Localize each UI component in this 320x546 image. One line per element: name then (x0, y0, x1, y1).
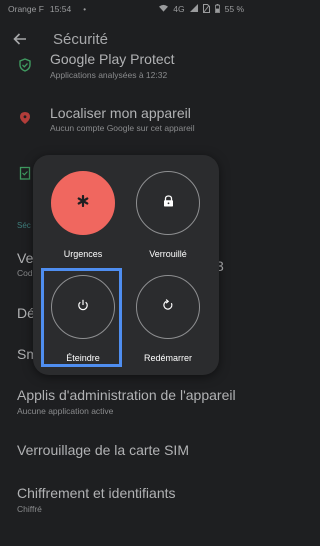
setting-title: Chiffrement et identifiants (17, 485, 176, 501)
setting-subtitle: Aucun compte Google sur cet appareil (50, 123, 195, 133)
setting-subtitle: Applications analysées à 12:32 (50, 70, 168, 80)
setting-title: Verrouillage de la carte SIM (17, 442, 189, 458)
status-bar: Orange F 15:54 • 4G 55 % (0, 0, 252, 18)
back-arrow-icon[interactable] (12, 31, 28, 47)
clipboard-check-icon (18, 166, 32, 180)
page-title: Sécurité (53, 31, 109, 48)
setting-subtitle: Chiffré (17, 504, 42, 514)
no-sim-icon (202, 3, 210, 15)
asterisk-icon (77, 194, 89, 212)
setting-sim-lock[interactable]: Verrouillage de la carte SIM (0, 440, 252, 464)
section-header: Séc (17, 221, 31, 230)
emergency-label: Urgences (63, 249, 103, 259)
setting-title: Applis d'administration de l'appareil (17, 387, 236, 403)
setting-screen-lock-sub-partial: Cod (17, 268, 33, 278)
power-off-circle[interactable] (51, 275, 115, 339)
wifi-icon (159, 4, 169, 14)
network-type: 4G (173, 4, 185, 14)
restart-label: Redémarrer (143, 353, 192, 363)
power-menu-dialog: Urgences Verrouillé Éteindre Redémarrer (33, 155, 219, 375)
notification-dot-icon: • (83, 4, 86, 14)
lockdown-label: Verrouillé (149, 249, 187, 259)
power-icon (77, 298, 89, 316)
setting-find-my-device[interactable]: Localiser mon appareil Aucun compte Goog… (0, 104, 252, 144)
battery-percent: 55 % (224, 4, 244, 14)
emergency-circle[interactable] (51, 171, 115, 235)
setting-device-admin-apps[interactable]: Applis d'administration de l'appareil Au… (0, 386, 252, 422)
lock-icon (163, 194, 174, 212)
location-pin-icon (18, 111, 32, 125)
setting-subtitle: Aucune application active (17, 406, 114, 416)
restart-icon (162, 298, 174, 316)
setting-screen-lock-partial[interactable]: Ve (17, 250, 33, 266)
carrier-name: Orange F (8, 4, 44, 14)
setting-title: Google Play Protect (50, 51, 175, 67)
signal-icon (189, 4, 198, 14)
setting-google-play-protect[interactable]: Google Play Protect Applications analysé… (0, 50, 252, 86)
lockdown-circle[interactable] (136, 171, 200, 235)
shield-icon (18, 58, 32, 72)
setting-encryption-credentials[interactable]: Chiffrement et identifiants Chiffré (0, 484, 252, 520)
setting-title: Localiser mon appareil (50, 105, 191, 121)
power-off-label: Éteindre (66, 353, 100, 363)
clock: 15:54 (49, 4, 72, 14)
battery-icon (214, 3, 220, 15)
restart-circle[interactable] (136, 275, 200, 339)
